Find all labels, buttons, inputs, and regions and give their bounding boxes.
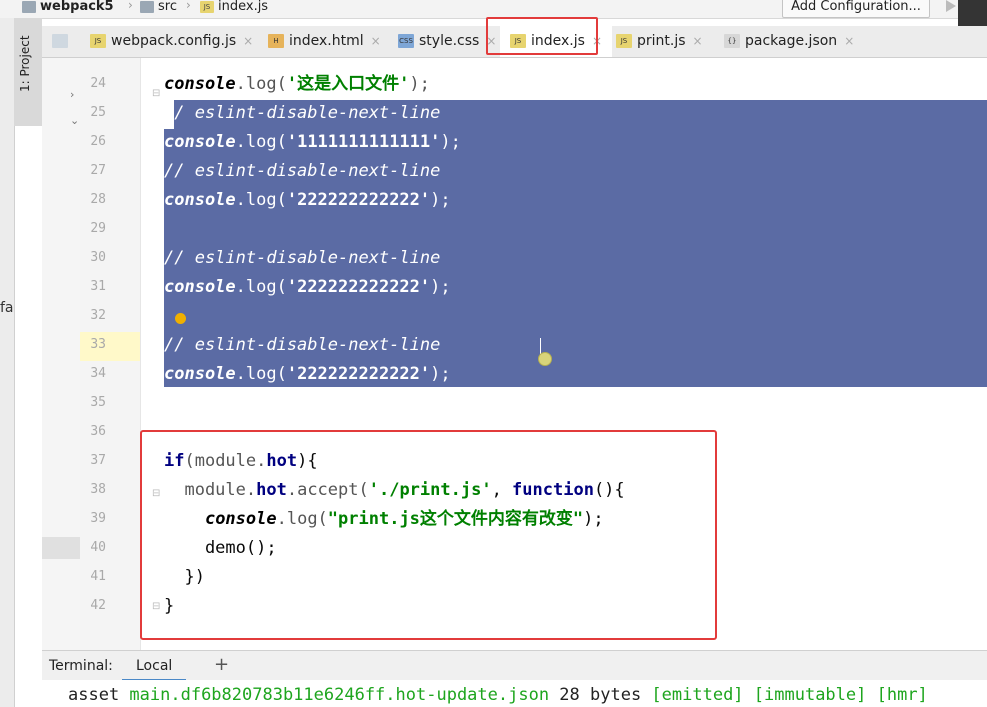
- add-configuration-button[interactable]: Add Configuration...: [782, 0, 930, 18]
- close-icon[interactable]: ×: [844, 34, 854, 48]
- line-number: 32: [90, 308, 106, 323]
- tab-style-css[interactable]: CSS style.css ×: [398, 26, 496, 57]
- line-number: 27: [90, 163, 106, 178]
- line-number: 25: [90, 105, 106, 120]
- annotation-box-tab: [486, 17, 598, 55]
- line-number: 36: [90, 424, 106, 439]
- project-row-highlight: [42, 537, 80, 559]
- mouse-pointer-icon: [538, 352, 552, 366]
- line-number: 42: [90, 598, 106, 613]
- project-tool-label[interactable]: 1: Project: [14, 30, 42, 100]
- line-number: 30: [90, 250, 106, 265]
- run-icon[interactable]: [946, 0, 956, 12]
- line-number: 24: [90, 76, 106, 91]
- breadcrumb-item-index-js[interactable]: JS index.js: [200, 0, 268, 16]
- line-number: 38: [90, 482, 106, 497]
- terminal-title: Terminal:: [49, 658, 113, 674]
- json-file-icon: {}: [724, 34, 740, 48]
- tab-index-html[interactable]: Hindex.html ×: [268, 26, 381, 57]
- line-number: 41: [90, 569, 106, 584]
- line-number: 34: [90, 366, 106, 381]
- tab-print-js[interactable]: JS print.js ×: [616, 26, 703, 57]
- terminal-line: asset main.df6b820783b11e6246ff.hot-upda…: [68, 685, 928, 705]
- line-number: 31: [90, 279, 106, 294]
- line-number: 28: [90, 192, 106, 207]
- tab-overflow[interactable]: [52, 26, 82, 57]
- terminal-output[interactable]: asset main.df6b820783b11e6246ff.hot-upda…: [42, 680, 987, 707]
- line-number: 29: [90, 221, 106, 236]
- code-line-26: console.log('1111111111111');: [164, 132, 461, 152]
- chevron-right-icon: ›: [128, 0, 133, 12]
- code-line-34: console.log('222222222222');: [164, 364, 451, 384]
- html-file-icon: H: [268, 34, 284, 48]
- breadcrumb-item-src[interactable]: src: [140, 0, 177, 16]
- fold-marker-icon[interactable]: ⊟: [152, 88, 160, 99]
- code-line-27: // eslint-disable-next-line: [164, 161, 441, 181]
- project-view-icon: [52, 34, 68, 48]
- close-icon[interactable]: ×: [371, 34, 381, 48]
- line-number: 33: [90, 337, 106, 352]
- folder-icon: [140, 0, 154, 13]
- line-number: 39: [90, 511, 106, 526]
- line-number: 26: [90, 134, 106, 149]
- code-line-31: console.log('222222222222');: [164, 277, 451, 297]
- intention-bulb-icon[interactable]: [175, 313, 186, 324]
- chevron-right-icon: ›: [186, 0, 191, 12]
- code-line-30: // eslint-disable-next-line: [164, 248, 441, 268]
- close-icon[interactable]: ×: [243, 34, 253, 48]
- project-panel-collapsed: › ⌄: [42, 58, 81, 650]
- code-line-25: // eslint-disable-next-line: [164, 103, 441, 123]
- terminal-header: Terminal: Local +: [42, 650, 987, 682]
- js-file-icon: JS: [90, 34, 106, 48]
- tab-package-json[interactable]: {} package.json ×: [724, 26, 854, 57]
- line-number: 35: [90, 395, 106, 410]
- close-icon[interactable]: ×: [693, 34, 703, 48]
- partial-text: fa: [0, 300, 14, 316]
- js-file-icon: JS: [200, 0, 214, 13]
- left-tool-strip: [0, 18, 15, 707]
- chevron-right-icon[interactable]: ›: [70, 88, 74, 101]
- line-number: 40: [90, 540, 106, 555]
- annotation-box-code: [140, 430, 717, 640]
- add-terminal-button[interactable]: +: [214, 654, 229, 675]
- tab-webpack-config-js[interactable]: JS webpack.config.js ×: [90, 26, 253, 57]
- code-line-28: console.log('222222222222');: [164, 190, 451, 210]
- folder-icon: [22, 0, 36, 13]
- line-number: 37: [90, 453, 106, 468]
- code-line-33: // eslint-disable-next-line: [164, 335, 441, 355]
- css-file-icon: CSS: [398, 34, 414, 48]
- code-line-24: console.log('这是入口文件');: [164, 74, 430, 94]
- js-file-icon: JS: [616, 34, 632, 48]
- chevron-down-icon[interactable]: ⌄: [70, 114, 79, 127]
- breadcrumb-item-webpack5[interactable]: webpack5: [22, 0, 114, 16]
- terminal-tab-local[interactable]: Local: [122, 651, 187, 682]
